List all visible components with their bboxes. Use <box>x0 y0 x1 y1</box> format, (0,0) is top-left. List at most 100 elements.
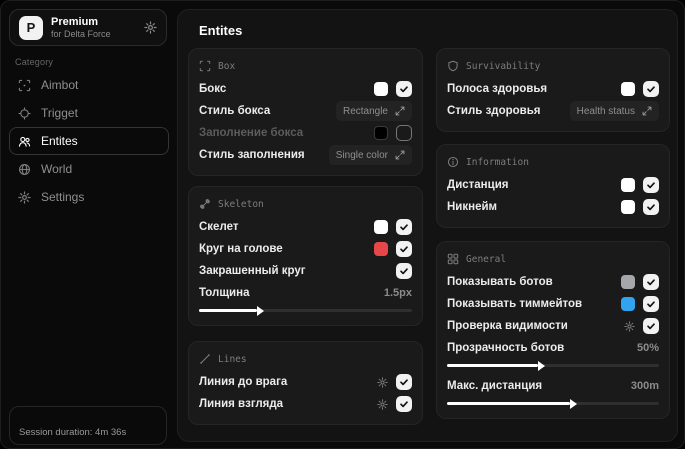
checkbox-checked[interactable] <box>643 318 659 334</box>
color-swatch[interactable] <box>374 220 388 234</box>
bots-opacity-slider[interactable] <box>447 360 659 371</box>
checkbox-checked[interactable] <box>396 241 412 257</box>
setting-label: Показывать ботов <box>447 276 553 288</box>
dropdown-value: Health status <box>576 105 635 117</box>
brand-subtitle: for Delta Force <box>51 28 111 39</box>
setting-label: Линия взгляда <box>199 398 284 410</box>
information-card-header: Information <box>447 153 659 171</box>
checkbox-checked[interactable] <box>643 177 659 193</box>
brand-text: Premium for Delta Force <box>51 16 136 39</box>
gear-icon[interactable] <box>377 398 388 410</box>
dropdown-value: Rectangle <box>342 105 388 117</box>
card-header-label: Lines <box>218 353 247 365</box>
checkbox-checked[interactable] <box>396 374 412 390</box>
sidebar-item-label: Trigget <box>41 106 78 120</box>
setting-row-view-line: Линия взгляда <box>199 393 412 415</box>
setting-row-health-bar: Полоса здоровья <box>447 78 659 100</box>
setting-row-max-distance: Макс. дистанция 300m <box>447 375 659 397</box>
color-swatch[interactable] <box>621 200 635 214</box>
color-swatch[interactable] <box>374 242 388 256</box>
checkbox-checked[interactable] <box>643 274 659 290</box>
setting-row-fill-style: Стиль заполнения Single color <box>199 144 412 166</box>
checkbox-checked[interactable] <box>643 296 659 312</box>
expand-icon <box>395 150 405 160</box>
box-style-dropdown[interactable]: Rectangle <box>335 101 412 121</box>
gear-icon[interactable] <box>144 21 157 34</box>
setting-label: Линия до врага <box>199 376 288 388</box>
card-header-label: Information <box>466 156 529 168</box>
max-distance-slider[interactable] <box>447 398 659 409</box>
expand-icon <box>395 106 405 116</box>
setting-row-box-fill: Заполнение бокса <box>199 122 412 144</box>
setting-row-show-teammates: Показывать тиммейтов <box>447 293 659 315</box>
color-swatch[interactable] <box>621 178 635 192</box>
gear-icon[interactable] <box>624 320 635 332</box>
fill-style-dropdown[interactable]: Single color <box>328 145 412 165</box>
setting-label: Стиль заполнения <box>199 149 305 161</box>
checkbox-checked[interactable] <box>396 219 412 235</box>
checkbox-checked[interactable] <box>643 81 659 97</box>
information-card: Information Дистанция Никнейм <box>436 144 670 228</box>
sidebar-item-aimbot[interactable]: Aimbot <box>9 71 169 99</box>
health-style-dropdown[interactable]: Health status <box>569 101 659 121</box>
checkbox-checked[interactable] <box>396 263 412 279</box>
main-panel: Entites Box Бокс Стиль бокса Rectangle З… <box>177 9 678 442</box>
checkbox-checked[interactable] <box>396 396 412 412</box>
setting-row-health-style: Стиль здоровья Health status <box>447 100 659 122</box>
brand-title: Premium <box>51 16 99 28</box>
setting-row-head-circle: Круг на голове <box>199 238 412 260</box>
setting-row-box: Бокс <box>199 78 412 100</box>
globe-icon <box>18 163 31 176</box>
grid-icon <box>447 253 459 265</box>
color-swatch[interactable] <box>374 126 388 140</box>
sidebar-item-label: Settings <box>41 190 85 204</box>
checkbox-checked[interactable] <box>396 81 412 97</box>
setting-row-thickness: Толщина 1.5px <box>199 282 412 304</box>
sidebar-item-entites[interactable]: Entites <box>9 127 169 155</box>
setting-row-visibility-check: Проверка видимости <box>447 315 659 337</box>
card-header-label: Box <box>218 60 236 72</box>
setting-label: Заполнение бокса <box>199 127 304 139</box>
brand-card: P Premium for Delta Force <box>9 9 167 46</box>
card-header-label: Survivability <box>466 60 541 72</box>
sidebar-item-settings[interactable]: Settings <box>9 183 169 211</box>
sidebar-item-world[interactable]: World <box>9 155 169 183</box>
thickness-slider[interactable] <box>199 305 412 316</box>
checkbox-unchecked[interactable] <box>396 125 412 141</box>
page-title: Entites <box>199 23 243 38</box>
checkbox-checked[interactable] <box>643 199 659 215</box>
setting-label: Стиль здоровья <box>447 105 541 117</box>
setting-row-filled-circle: Закрашенный круг <box>199 260 412 282</box>
survivability-card-header: Survivability <box>447 57 659 75</box>
gear-icon[interactable] <box>377 376 388 388</box>
lines-card-header: Lines <box>199 350 412 368</box>
dropdown-value: Single color <box>335 149 388 161</box>
setting-row-bots-opacity: Прозрачность ботов 50% <box>447 337 659 359</box>
sidebar: P Premium for Delta Force Category Aimbo… <box>1 1 177 448</box>
box-card: Box Бокс Стиль бокса Rectangle Заполнени… <box>188 48 423 176</box>
card-header-label: Skeleton <box>218 198 264 210</box>
skeleton-card: Skeleton Скелет Круг на голове Закрашенн… <box>188 186 423 326</box>
general-card-header: General <box>447 250 659 268</box>
lines-card: Lines Линия до врага Линия взгляда <box>188 341 423 425</box>
gear-icon <box>18 190 31 204</box>
survivability-card: Survivability Полоса здоровья Стиль здор… <box>436 48 670 132</box>
slider-value: 1.5px <box>383 287 412 299</box>
setting-label: Закрашенный круг <box>199 265 306 277</box>
setting-row-show-bots: Показывать ботов <box>447 271 659 293</box>
slider-fill <box>199 305 263 316</box>
color-swatch[interactable] <box>621 275 635 289</box>
app-window: P Premium for Delta Force Category Aimbo… <box>0 0 685 449</box>
setting-label: Круг на голове <box>199 243 283 255</box>
sidebar-item-trigget[interactable]: Trigget <box>9 99 169 127</box>
setting-label: Никнейм <box>447 201 498 213</box>
setting-label: Макс. дистанция <box>447 380 543 392</box>
color-swatch[interactable] <box>621 297 635 311</box>
left-column: Box Бокс Стиль бокса Rectangle Заполнени… <box>188 48 423 425</box>
setting-label: Стиль бокса <box>199 105 271 117</box>
card-header-label: General <box>466 253 507 265</box>
slider-value: 300m <box>630 380 659 392</box>
session-duration-card: Session duration: 4m 36s <box>9 406 167 445</box>
color-swatch[interactable] <box>621 82 635 96</box>
color-swatch[interactable] <box>374 82 388 96</box>
